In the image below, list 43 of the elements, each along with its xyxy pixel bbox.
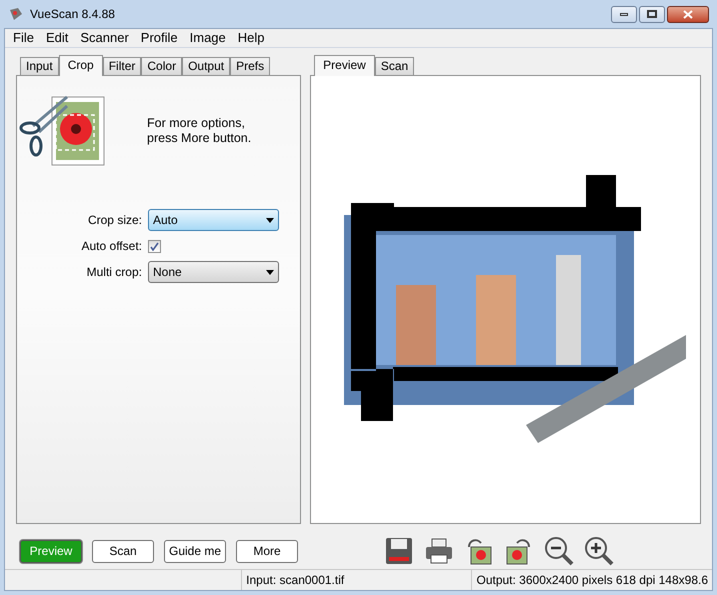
checkbox[interactable] xyxy=(148,240,161,252)
status-text: Output: 3600x2400 pixels 618 dpi 148x98.6 xyxy=(475,572,709,589)
button[interactable]: Guide me xyxy=(164,540,226,562)
tab[interactable]: Input xyxy=(20,57,59,75)
zoom-in-icon[interactable] xyxy=(583,535,615,567)
dropdown[interactable]: None xyxy=(148,261,279,283)
save-icon[interactable] xyxy=(383,535,415,567)
maximize-button[interactable] xyxy=(639,6,665,22)
menu-item[interactable]: Help xyxy=(232,28,271,48)
button[interactable]: More xyxy=(236,540,298,562)
minimize-button[interactable] xyxy=(611,6,637,22)
app-icon xyxy=(8,6,24,22)
menu-item[interactable]: Profile xyxy=(134,28,184,48)
tab[interactable]: Color xyxy=(141,57,182,75)
button[interactable]: Scan xyxy=(92,540,154,562)
check-icon xyxy=(150,242,159,250)
close-button[interactable] xyxy=(667,6,709,22)
menu-item[interactable]: Image xyxy=(184,28,232,48)
crop-illustration-icon xyxy=(19,96,107,166)
tab[interactable]: Scan xyxy=(374,57,414,75)
caret-icon xyxy=(266,218,274,222)
zoom-out-icon[interactable] xyxy=(543,535,575,567)
field-label: Multi crop: xyxy=(86,264,142,281)
status-text: Input: scan0001.tif xyxy=(242,570,472,590)
button[interactable]: Preview xyxy=(20,540,82,562)
tab[interactable]: Preview xyxy=(314,55,375,76)
window-title: VueScan 8.4.88 xyxy=(30,6,115,23)
menu-item[interactable]: Edit xyxy=(40,28,74,48)
hint-text: press More button. xyxy=(147,131,252,146)
dropdown[interactable]: Auto xyxy=(148,209,279,231)
tab[interactable]: Prefs xyxy=(230,57,270,75)
tab[interactable]: Filter xyxy=(102,57,142,75)
hint-text: For more options, xyxy=(147,116,246,131)
minimize-icon xyxy=(620,12,628,16)
menu-item[interactable]: File xyxy=(7,28,40,48)
tab[interactable]: Output xyxy=(182,57,230,75)
field-label: Crop size: xyxy=(86,212,142,229)
menu-item[interactable]: Scanner xyxy=(74,28,135,48)
caret-icon xyxy=(266,270,274,274)
field-label: Auto offset: xyxy=(80,238,142,255)
close-icon xyxy=(683,10,693,18)
maximize-icon xyxy=(647,10,657,18)
tab[interactable]: Crop xyxy=(58,55,103,76)
